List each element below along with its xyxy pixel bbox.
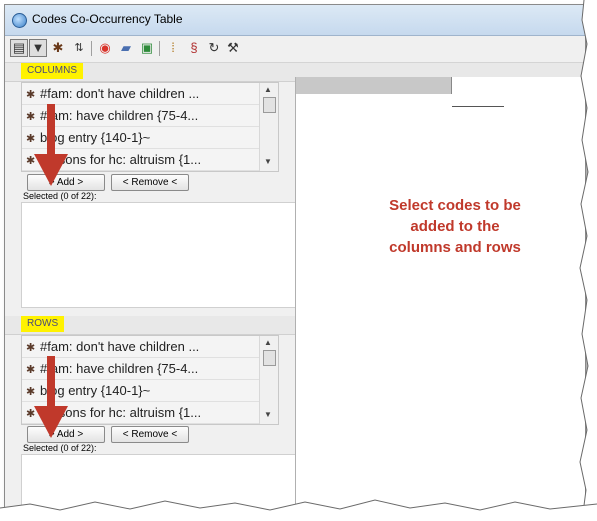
color-wheel-icon[interactable]: ◉ (97, 40, 113, 56)
rows-remove-button[interactable]: < Remove < (111, 426, 189, 443)
code-icon: ✱ (26, 89, 36, 101)
toolbar: ▤ ▼ ✱ ⇅ ◉ ▰ ▣ ⁞ § ↻ ⚒ (5, 36, 585, 63)
refresh-icon[interactable]: ↻ (206, 40, 222, 56)
table-gridline (452, 106, 504, 107)
columns-list-scrollbar[interactable]: ▲ ▼ (259, 83, 278, 171)
scroll-thumb[interactable] (263, 97, 276, 113)
table-header-cell (296, 77, 452, 94)
columns-selected-list[interactable] (21, 202, 299, 308)
list-item[interactable]: ✱ #fam: don't have children ... (22, 336, 259, 358)
columns-remove-button[interactable]: < Remove < (111, 174, 189, 191)
code-icon[interactable]: § (186, 40, 202, 56)
scroll-up-icon[interactable]: ▲ (264, 338, 272, 347)
torn-edge-bottom (0, 499, 597, 521)
columns-selected-label: Selected (0 of 22): (23, 191, 97, 201)
rows-selected-label: Selected (0 of 22): (23, 443, 97, 453)
columns-header: COLUMNS (21, 63, 84, 79)
rows-header: ROWS (21, 316, 65, 332)
toolbar-separator (91, 41, 92, 56)
bug-icon[interactable]: ✱ (50, 40, 66, 56)
sort-icon[interactable]: ⇅ (71, 40, 87, 56)
torn-edge-right (579, 0, 597, 521)
app-icon (12, 13, 27, 28)
table-view-icon[interactable]: ▤ (10, 39, 28, 57)
scroll-down-icon[interactable]: ▼ (264, 157, 272, 166)
scroll-thumb[interactable] (263, 350, 276, 366)
rows-list-scrollbar[interactable]: ▲ ▼ (259, 336, 278, 424)
scroll-up-icon[interactable]: ▲ (264, 85, 272, 94)
rows-arrow-annotation (34, 356, 68, 438)
split-icon[interactable]: ⁞ (165, 40, 181, 56)
scroll-down-icon[interactable]: ▼ (264, 410, 272, 419)
filter-icon[interactable]: ▼ (29, 39, 47, 57)
title-bar: Codes Co-Occurrency Table (5, 5, 585, 36)
code-icon: ✱ (26, 342, 36, 354)
wrench-icon[interactable]: ⚒ (225, 40, 241, 56)
toolbar-separator (159, 41, 160, 56)
columns-arrow-annotation (34, 104, 68, 186)
cooccurrence-table-area[interactable] (296, 77, 585, 510)
annotation-callout: Select codes to be added to the columns … (389, 197, 521, 256)
export-icon[interactable]: ▣ (139, 40, 155, 56)
window-title: Codes Co-Occurrency Table (32, 12, 183, 26)
list-item[interactable]: ✱ #fam: don't have children ... (22, 83, 259, 105)
chat-icon[interactable]: ▰ (118, 40, 134, 56)
